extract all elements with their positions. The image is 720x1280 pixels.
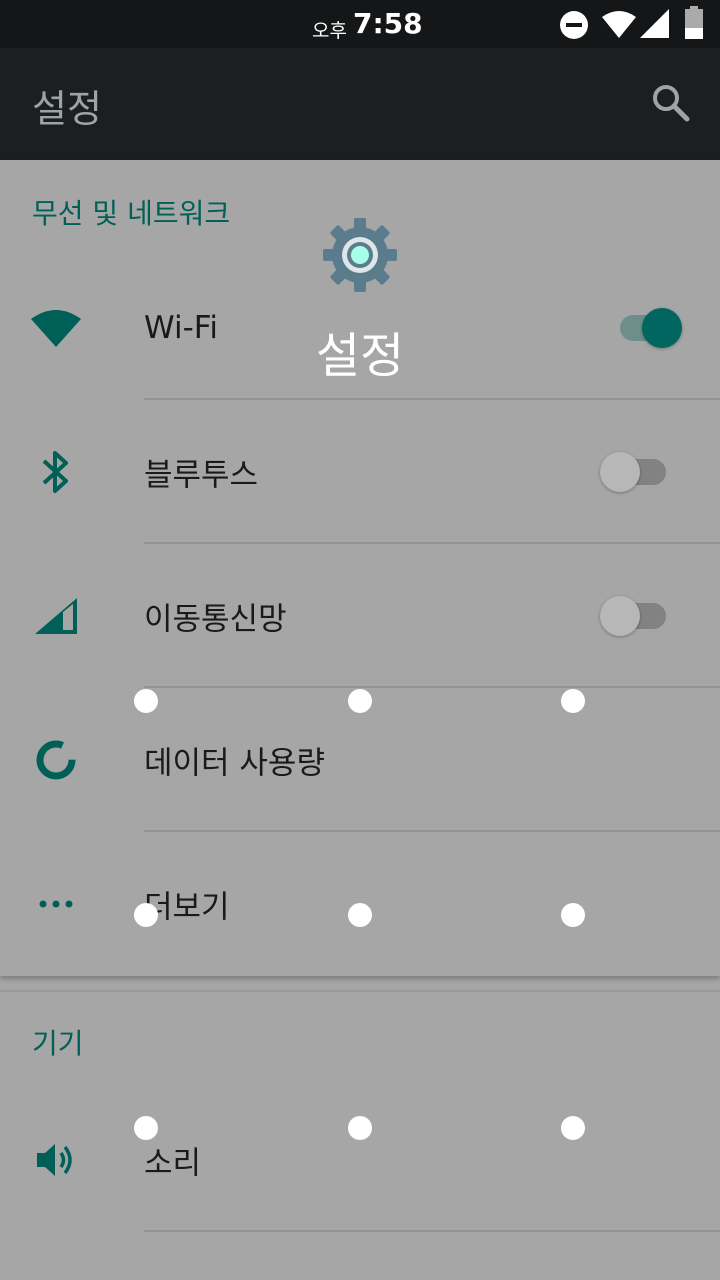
toggle-thumb <box>642 308 682 348</box>
settings-gear-icon <box>322 217 398 297</box>
pattern-dot[interactable] <box>134 903 158 927</box>
settings-item-cellular[interactable]: 이동통신망 <box>0 544 720 688</box>
battery-icon <box>684 6 704 43</box>
pattern-dot[interactable] <box>561 1116 585 1140</box>
bluetooth-icon <box>30 446 82 498</box>
pattern-dot[interactable] <box>348 903 372 927</box>
settings-item-label: 소리 <box>144 1145 202 1182</box>
wifi-icon <box>30 302 82 354</box>
settings-screen: 오후 7:58 설정 무선 및 네트워크 Wi-Fi 블루투스 이동통신망 데이… <box>0 0 720 1280</box>
status-bar: 오후 7:58 <box>0 0 720 48</box>
section-header-device: 기기 <box>32 1027 84 1060</box>
divider <box>144 1230 720 1232</box>
cellular-toggle[interactable] <box>600 594 670 638</box>
pattern-dot[interactable] <box>134 689 158 713</box>
pattern-dot[interactable] <box>134 1116 158 1140</box>
app-toolbar: 설정 <box>0 48 720 160</box>
settings-item-label: 이동통신망 <box>144 601 287 638</box>
toggle-thumb <box>600 596 640 636</box>
settings-item-sound[interactable]: 소리 <box>0 1088 720 1232</box>
toggle-thumb <box>600 452 640 492</box>
pattern-dot[interactable] <box>561 903 585 927</box>
pattern-dot[interactable] <box>348 1116 372 1140</box>
more-icon <box>30 878 82 930</box>
pattern-dot[interactable] <box>561 689 585 713</box>
settings-item-label: Wi-Fi <box>144 310 218 346</box>
data-usage-icon <box>30 734 82 786</box>
wifi-toggle[interactable] <box>612 306 682 350</box>
settings-item-label: 데이터 사용량 <box>144 745 325 782</box>
settings-item-label: 블루투스 <box>144 457 259 494</box>
toolbar-title: 설정 <box>32 87 102 131</box>
wifi-icon <box>602 10 636 42</box>
status-ampm: 오후 <box>312 20 347 42</box>
cellular-icon <box>30 590 82 642</box>
do-not-disturb-icon <box>558 9 590 45</box>
signal-icon <box>640 9 669 42</box>
settings-item-bluetooth[interactable]: 블루투스 <box>0 400 720 544</box>
search-icon[interactable] <box>652 84 690 126</box>
status-time: 7:58 <box>353 7 423 40</box>
section-header-wireless: 무선 및 네트워크 <box>32 197 231 230</box>
splash-title: 설정 <box>315 328 405 384</box>
pattern-dot[interactable] <box>348 689 372 713</box>
volume-icon <box>30 1134 82 1186</box>
bluetooth-toggle[interactable] <box>600 450 670 494</box>
